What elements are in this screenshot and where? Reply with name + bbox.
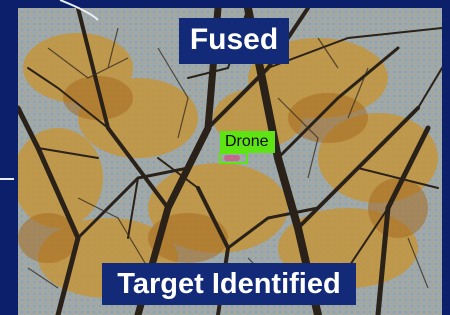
fusion-mode-badge: Fused <box>179 18 289 64</box>
detection-bounding-box[interactable] <box>219 152 248 164</box>
hud-side-tick <box>0 178 14 180</box>
detection-class-label: Drone <box>220 131 275 153</box>
video-frame: Fused Drone Target Identified <box>0 0 450 315</box>
target-status-banner: Target Identified <box>102 263 356 305</box>
